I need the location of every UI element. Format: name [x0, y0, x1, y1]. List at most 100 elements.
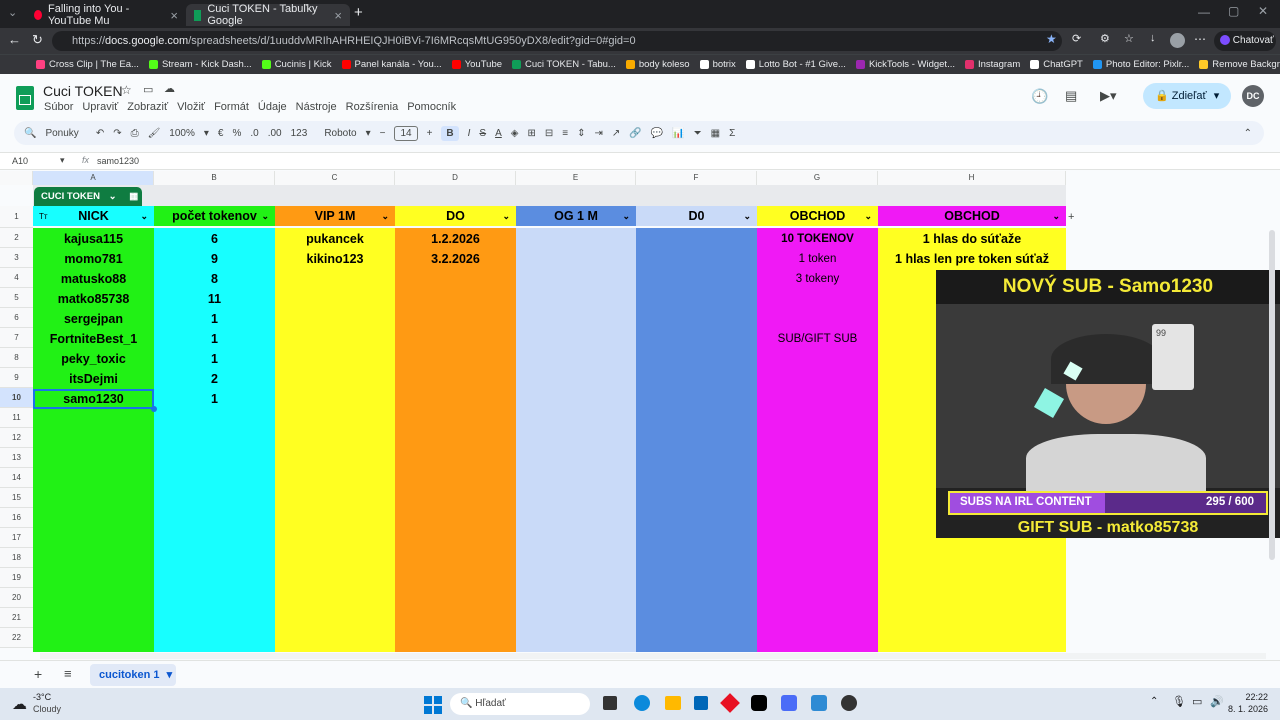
table-tag[interactable]: CUCI TOKEN ⌄ ▦	[34, 187, 142, 206]
table-cell[interactable]: 1	[154, 309, 275, 329]
table-cell[interactable]	[516, 289, 636, 309]
table-cell[interactable]	[636, 329, 757, 349]
number-format-button[interactable]: 123	[291, 128, 308, 139]
table-cell[interactable]	[516, 269, 636, 289]
print-icon[interactable]: ⎙	[131, 128, 139, 139]
edge-icon[interactable]	[634, 695, 650, 711]
menu-item[interactable]: Formát	[214, 101, 249, 113]
table-cell[interactable]: 1	[154, 329, 275, 349]
row-header[interactable]: 4	[0, 268, 33, 288]
star-icon[interactable]: ☆	[121, 83, 132, 97]
menu-item[interactable]: Rozšírenia	[346, 101, 399, 113]
dropdown-chevron-icon[interactable]: ⌄	[502, 211, 510, 222]
horizontal-scrollbar[interactable]	[40, 653, 1266, 659]
table-cell[interactable]	[395, 289, 516, 309]
table-cell[interactable]	[636, 349, 757, 369]
header-cell[interactable]: počet tokenov ⌄	[154, 206, 275, 226]
table-cell[interactable]: SUB/GIFT SUB	[757, 329, 878, 349]
row-header[interactable]: 16	[0, 508, 33, 528]
profile-avatar[interactable]	[1170, 33, 1185, 48]
table-cell[interactable]: 1 hlas do súťaže	[878, 229, 1066, 249]
tiktok-icon[interactable]	[751, 695, 767, 711]
menu-item[interactable]: Údaje	[258, 101, 287, 113]
dropdown-chevron-icon[interactable]: ⌄	[261, 211, 269, 222]
bookmark-item[interactable]: Remove Backgrou...	[1199, 59, 1280, 70]
dropdown-chevron-icon[interactable]: ⌄	[743, 211, 751, 222]
table-cell[interactable]	[757, 369, 878, 389]
table-cell[interactable]: 3 tokeny	[757, 269, 878, 289]
table-cell[interactable]: 1.2.2026	[395, 229, 516, 249]
fill-handle[interactable]	[151, 406, 157, 412]
all-sheets-icon[interactable]: ≡	[64, 666, 72, 681]
tab-sheets[interactable]: Cuci TOKEN - Tabuľky Google ×	[186, 3, 350, 27]
column-header[interactable]: A	[33, 171, 154, 185]
bookmark-item[interactable]: Panel kanála - You...	[341, 59, 442, 70]
add-sheet-icon[interactable]: +	[34, 666, 42, 682]
table-cell[interactable]: 3.2.2026	[395, 249, 516, 269]
table-cell[interactable]	[516, 229, 636, 249]
table-cell[interactable]	[516, 389, 636, 409]
share-button[interactable]: 🔒 Zdieľať ▾	[1143, 83, 1231, 109]
header-cell[interactable]: DO ⌄	[395, 206, 516, 226]
new-tab-icon[interactable]: +	[354, 4, 363, 21]
tab-list-chevron-icon[interactable]: ⌄	[8, 6, 17, 19]
bookmark-item[interactable]: Instagram	[965, 59, 1020, 70]
chevron-down-icon[interactable]: ▾	[60, 155, 65, 166]
header-cell[interactable]: D0 ⌄	[636, 206, 757, 226]
table-cell[interactable]: matko85738	[33, 289, 154, 309]
doc-title[interactable]: Cuci TOKEN	[43, 83, 123, 99]
row-header[interactable]: 15	[0, 488, 33, 508]
align-horizontal-icon[interactable]: ≡	[562, 128, 568, 139]
table-cell[interactable]	[636, 229, 757, 249]
paint-format-icon[interactable]: 🖌	[148, 128, 161, 139]
filter-icon[interactable]: ⏷	[694, 128, 702, 139]
font-size-decrease-icon[interactable]: −	[380, 128, 386, 139]
select-all-corner[interactable]	[0, 171, 33, 185]
header-cell[interactable]: OBCHOD ⌄	[757, 206, 878, 226]
bookmark-item[interactable]: Cross Clip | The Ea...	[36, 59, 139, 70]
table-cell[interactable]: 1 hlas len pre token súťaž	[878, 249, 1066, 269]
table-cell[interactable]	[275, 309, 395, 329]
settings-icon[interactable]: ⚙	[1100, 32, 1110, 45]
file-explorer-icon[interactable]	[665, 696, 681, 710]
task-view-icon[interactable]	[603, 696, 617, 710]
column-header[interactable]: C	[275, 171, 395, 185]
selected-cell[interactable]	[33, 389, 154, 409]
store-icon[interactable]	[694, 696, 708, 710]
bookmark-item[interactable]: Photo Editor: Pixlr...	[1092, 59, 1189, 70]
fill-color-icon[interactable]: ◈	[511, 128, 519, 139]
font-select[interactable]: Roboto	[324, 128, 356, 139]
start-icon[interactable]	[424, 696, 442, 714]
row-header[interactable]: 5	[0, 288, 33, 308]
italic-button[interactable]: I	[468, 128, 471, 139]
menu-item[interactable]: Zobraziť	[127, 101, 168, 113]
tab-youtube-music[interactable]: Falling into You - YouTube Mu ×	[26, 3, 186, 27]
row-header[interactable]: 22	[0, 628, 33, 648]
text-color-button[interactable]: A	[495, 128, 502, 139]
filter-views-icon[interactable]: ▦	[711, 128, 720, 139]
table-cell[interactable]	[516, 369, 636, 389]
row-header[interactable]: 12	[0, 428, 33, 448]
column-header[interactable]: D	[395, 171, 516, 185]
column-header[interactable]: E	[516, 171, 636, 185]
row-header[interactable]: 11	[0, 408, 33, 428]
table-cell[interactable]: kikino123	[275, 249, 395, 269]
chevron-down-icon[interactable]: ⌄	[109, 191, 117, 202]
row-header[interactable]: 13	[0, 448, 33, 468]
tray-chevron-icon[interactable]: ⌃	[1150, 696, 1158, 707]
vertical-scrollbar[interactable]	[1269, 230, 1275, 560]
close-icon[interactable]: ×	[170, 8, 178, 23]
table-cell[interactable]	[757, 289, 878, 309]
avatar[interactable]: DC	[1242, 85, 1264, 107]
table-cell[interactable]	[757, 389, 878, 409]
menu-item[interactable]: Pomocník	[407, 101, 456, 113]
column-header[interactable]: B	[154, 171, 275, 185]
row-header[interactable]: 3	[0, 248, 33, 268]
star-icon[interactable]: ★	[1046, 32, 1057, 46]
chevron-down-icon[interactable]: ▾	[204, 128, 209, 139]
row-header[interactable]: 19	[0, 568, 33, 588]
currency-button[interactable]: €	[218, 128, 224, 139]
more-icon[interactable]: ⋯	[1194, 32, 1206, 46]
table-cell[interactable]	[275, 349, 395, 369]
table-cell[interactable]	[275, 269, 395, 289]
